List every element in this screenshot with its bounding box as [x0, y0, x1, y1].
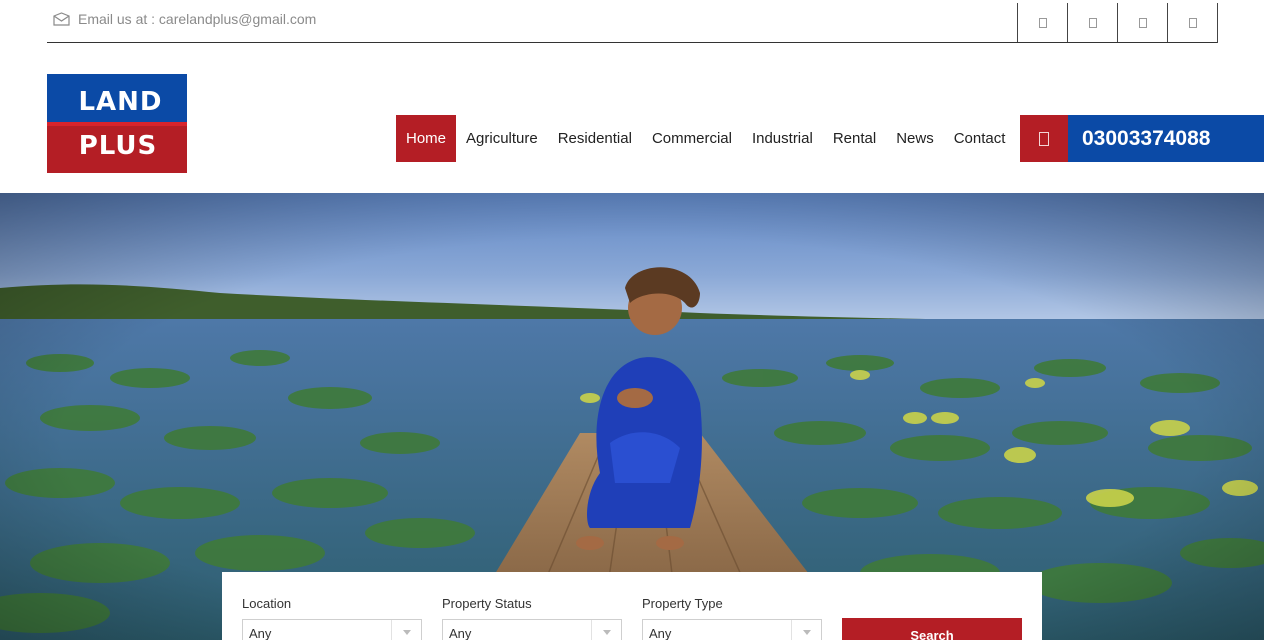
chevron-down-icon — [391, 620, 421, 640]
chevron-down-icon — [791, 620, 821, 640]
nav-item-home[interactable]: Home — [396, 115, 457, 162]
envelope-icon — [53, 12, 70, 26]
logo-text-plus: PLUS — [78, 131, 158, 161]
chevron-down-icon — [591, 620, 621, 640]
nav-item-agriculture[interactable]: Agriculture — [456, 115, 548, 162]
location-select-value: Any — [249, 626, 272, 640]
nav-item-industrial[interactable]: Industrial — [742, 115, 823, 162]
property-status-select-value: Any — [449, 626, 472, 640]
top-bar: Email us at : carelandplus@gmail.com — [0, 0, 1264, 44]
nav-item-contact[interactable]: Contact — [944, 115, 1016, 162]
phone-number[interactable]: 03003374088 — [1068, 115, 1264, 162]
facebook-icon[interactable] — [1018, 3, 1068, 43]
property-search-panel: Location Any Property Status Any Propert… — [222, 572, 1042, 640]
property-status-field: Property Status Any — [442, 596, 622, 640]
location-label: Location — [242, 596, 292, 611]
property-type-label: Property Type — [642, 596, 723, 611]
email-contact[interactable]: Email us at : carelandplus@gmail.com — [53, 11, 316, 27]
search-button[interactable]: Search — [842, 618, 1022, 640]
youtube-icon[interactable] — [1168, 3, 1218, 43]
property-type-select-value: Any — [649, 626, 672, 640]
property-status-label: Property Status — [442, 596, 532, 611]
social-links — [1017, 3, 1218, 43]
location-field: Location Any — [242, 596, 422, 640]
nav-item-news[interactable]: News — [886, 115, 944, 162]
twitter-icon[interactable] — [1068, 3, 1118, 43]
property-status-select[interactable]: Any — [442, 619, 622, 640]
main-nav: Home Agriculture Residential Commercial … — [396, 115, 1015, 162]
property-type-select[interactable]: Any — [642, 619, 822, 640]
nav-item-residential[interactable]: Residential — [548, 115, 642, 162]
logo-text-land: LAND — [78, 87, 163, 117]
phone-icon — [1020, 115, 1068, 162]
topbar-divider — [47, 42, 1217, 43]
instagram-icon[interactable] — [1118, 3, 1168, 43]
email-text: Email us at : carelandplus@gmail.com — [78, 11, 317, 27]
property-type-field: Property Type Any — [642, 596, 822, 640]
nav-item-rental[interactable]: Rental — [823, 115, 886, 162]
logo[interactable]: LAND PLUS — [47, 74, 187, 173]
location-select[interactable]: Any — [242, 619, 422, 640]
nav-item-commercial[interactable]: Commercial — [642, 115, 742, 162]
